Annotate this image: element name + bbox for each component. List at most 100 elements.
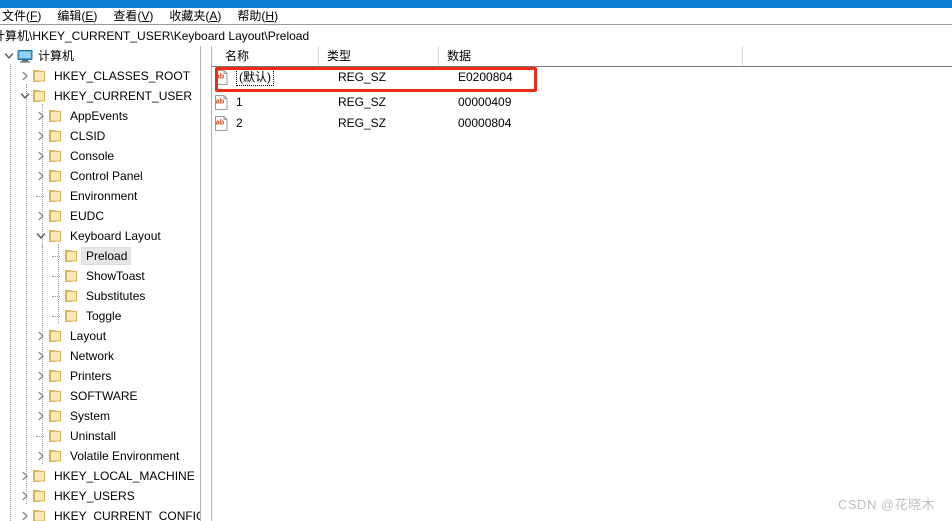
chevron-right-icon[interactable] (34, 386, 48, 406)
tree-item-label: CLSID (70, 129, 106, 143)
chevron-right-icon[interactable] (34, 166, 48, 186)
tree-item-showtoast[interactable]: ShowToast (0, 266, 200, 286)
folder-icon (48, 426, 65, 446)
svg-text:ab: ab (216, 118, 225, 127)
chevron-right-icon[interactable] (34, 106, 48, 126)
menu-item-help[interactable]: 帮助(H) (237, 9, 286, 23)
tree-expander-none (34, 186, 48, 206)
tree-item-hkey-current-config[interactable]: HKEY_CURRENT_CONFIG (0, 506, 200, 521)
tree-item-system[interactable]: System (0, 406, 200, 426)
tree-item-计算机[interactable]: 计算机 (0, 46, 200, 66)
menu-item-view[interactable]: 查看(V) (113, 9, 161, 23)
column-divider[interactable] (318, 46, 319, 66)
tree-item-label: Layout (70, 329, 107, 343)
folder-icon (48, 226, 65, 246)
chevron-right-icon[interactable] (34, 406, 48, 426)
tree-item-toggle[interactable]: Toggle (0, 306, 200, 326)
column-header-type[interactable]: 类型 (318, 46, 351, 66)
chevron-right-icon[interactable] (18, 66, 32, 86)
table-row[interactable]: ab 2 REG_SZ 00000804 (212, 113, 952, 134)
tree-item-printers[interactable]: Printers (0, 366, 200, 386)
tree-item-uninstall[interactable]: Uninstall (0, 426, 200, 446)
column-header-data[interactable]: 数据 (438, 46, 471, 66)
folder-icon (48, 366, 65, 386)
svg-text:ab: ab (216, 97, 225, 106)
tree-item-hkey-users[interactable]: HKEY_USERS (0, 486, 200, 506)
table-row[interactable]: ab 1 REG_SZ 00000409 (212, 92, 952, 113)
main-content: 计算机 HKEY_CLASSES_ROOT HKEY_CURRENT_USER App… (0, 46, 952, 521)
folder-icon (48, 386, 65, 406)
tree-item-hkey-classes-root[interactable]: HKEY_CLASSES_ROOT (0, 66, 200, 86)
tree-item-label: HKEY_CURRENT_USER (54, 89, 193, 103)
tree-item-clsid[interactable]: CLSID (0, 126, 200, 146)
tree-item-volatile-environment[interactable]: Volatile Environment (0, 446, 200, 466)
chevron-right-icon[interactable] (18, 466, 32, 486)
tree-item-control-panel[interactable]: Control Panel (0, 166, 200, 186)
folder-icon (48, 346, 65, 366)
chevron-right-icon[interactable] (34, 206, 48, 226)
tree-item-label: Volatile Environment (70, 449, 180, 463)
folder-icon (48, 146, 65, 166)
chevron-right-icon[interactable] (34, 446, 48, 466)
tree-item-label: AppEvents (70, 109, 129, 123)
tree-item-network[interactable]: Network (0, 346, 200, 366)
tree-item-console[interactable]: Console (0, 146, 200, 166)
folder-icon (32, 506, 49, 521)
tree-item-eudc[interactable]: EUDC (0, 206, 200, 226)
tree-item-label: SOFTWARE (70, 389, 138, 403)
tree-item-environment[interactable]: Environment (0, 186, 200, 206)
chevron-down-icon[interactable] (2, 46, 16, 66)
menu-item-edit[interactable]: 编辑(E) (57, 9, 105, 23)
column-divider[interactable] (438, 46, 439, 66)
chevron-down-icon[interactable] (34, 226, 48, 246)
tree-item-hkey-local-machine[interactable]: HKEY_LOCAL_MACHINE (0, 466, 200, 486)
chevron-right-icon[interactable] (18, 486, 32, 506)
tree-item-substitutes[interactable]: Substitutes (0, 286, 200, 306)
registry-values-pane: 名称 类型 数据 ab (默认) REG_SZ E0200804 ab 1 REG_SZ 0000… (202, 46, 952, 521)
column-header-name[interactable]: 名称 (216, 46, 249, 66)
window-title-bar (0, 0, 952, 8)
registry-path-text: 计算机\HKEY_CURRENT_USER\Keyboard Layout\Pr… (0, 28, 310, 43)
tree-item-keyboard-layout[interactable]: Keyboard Layout (0, 226, 200, 246)
menu-item-favorites[interactable]: 收藏夹(A) (169, 9, 229, 23)
column-divider[interactable] (742, 46, 743, 66)
menu-item-file[interactable]: 文件(F) (2, 9, 49, 23)
chevron-down-icon[interactable] (18, 86, 32, 106)
folder-icon (48, 406, 65, 426)
focus-rectangle: (默认) (236, 69, 274, 86)
cell-type: REG_SZ (338, 116, 387, 130)
tree-item-software[interactable]: SOFTWARE (0, 386, 200, 406)
chevron-right-icon[interactable] (34, 326, 48, 346)
tree-item-appevents[interactable]: AppEvents (0, 106, 200, 126)
tree-item-preload[interactable]: Preload (0, 246, 200, 266)
chevron-right-icon[interactable] (34, 146, 48, 166)
table-row[interactable]: ab (默认) REG_SZ E0200804 (212, 67, 952, 92)
folder-icon (48, 326, 65, 346)
tree-expander-none (50, 286, 64, 306)
tree-item-hkey-current-user[interactable]: HKEY_CURRENT_USER (0, 86, 200, 106)
folder-icon (64, 266, 81, 286)
registry-key-tree[interactable]: 计算机 HKEY_CLASSES_ROOT HKEY_CURRENT_USER App… (0, 46, 201, 521)
tree-item-layout[interactable]: Layout (0, 326, 200, 346)
chevron-right-icon[interactable] (34, 126, 48, 146)
registry-values-list[interactable]: 名称 类型 数据 ab (默认) REG_SZ E0200804 ab 1 REG_SZ 0000… (211, 46, 952, 521)
tree-item-label: EUDC (70, 209, 105, 223)
csdn-watermark: CSDN @花晓木 (838, 497, 936, 512)
chevron-right-icon[interactable] (34, 346, 48, 366)
tree-item-label: Keyboard Layout (70, 229, 161, 243)
folder-icon (32, 486, 49, 506)
chevron-right-icon[interactable] (34, 366, 48, 386)
chevron-right-icon[interactable] (18, 506, 32, 521)
svg-text:ab: ab (216, 72, 225, 81)
registry-address-bar[interactable]: 计算机\HKEY_CURRENT_USER\Keyboard Layout\Pr… (0, 24, 952, 46)
folder-icon (64, 306, 81, 326)
list-column-headers: 名称 类型 数据 (212, 46, 952, 67)
